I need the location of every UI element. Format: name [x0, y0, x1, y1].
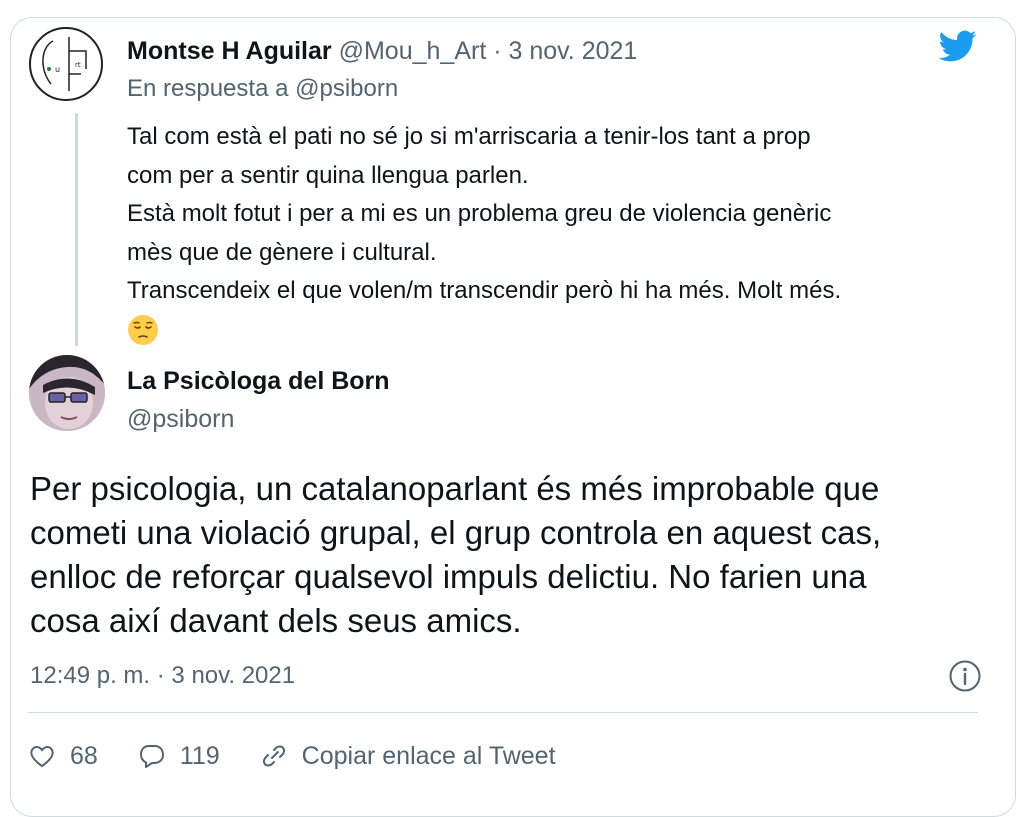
timestamp-separator: · — [156, 662, 165, 689]
reply-text-line: com per a sentir quina llengua parlen. — [127, 161, 529, 189]
reply-header: Montse H Aguilar @Mou_h_Art · 3 nov. 202… — [127, 35, 637, 67]
reply-author-name[interactable]: Montse H Aguilar — [127, 37, 332, 65]
tweet-timestamp[interactable]: 12:49 p. m. · 3 nov. 2021 — [30, 660, 295, 692]
reply-text-line: Transcendeix el que volen/m transcendir … — [127, 277, 842, 304]
reply-text-line: Està molt fotut i per a mi es un problem… — [127, 200, 832, 227]
reply-text-line: Tal com està el pati no sé jo si m'arris… — [127, 123, 811, 150]
reply-date[interactable]: 3 nov. 2021 — [509, 37, 638, 65]
reply-text-line: mès que de gènere i cultural. — [127, 238, 437, 266]
like-button[interactable]: 68 — [28, 742, 98, 771]
link-icon — [262, 745, 285, 767]
main-text-line: Per psicologia, un catalanoparlant és mé… — [30, 470, 880, 507]
divider — [28, 712, 978, 713]
svg-text:rt: rt — [75, 61, 81, 69]
reply-tweet-text: Tal com està el pati no sé jo si m'arris… — [127, 118, 977, 349]
tweet-actions-bar: 68 119 Copiar enlace al Tweet — [28, 736, 596, 776]
main-author-name[interactable]: La Psicòloga del Born — [127, 365, 390, 397]
twitter-bird-icon[interactable] — [935, 26, 979, 66]
main-author-avatar[interactable] — [29, 355, 105, 431]
reply-to-handle-link[interactable]: @psiborn — [295, 75, 398, 102]
main-tweet-text: Per psicologia, un catalanoparlant és mé… — [30, 467, 990, 643]
tweet-time: 12:49 p. m. — [30, 662, 151, 689]
main-text-line: enlloc de reforçar qualsevol impuls deli… — [30, 558, 867, 595]
reply-to-prefix: En respuesta a — [127, 75, 289, 102]
reply-separator: · — [493, 37, 502, 65]
reply-emoji-line — [127, 311, 977, 350]
main-author-handle[interactable]: @psiborn — [127, 403, 234, 435]
reply-author-avatar[interactable]: u rt — [29, 27, 103, 101]
thread-connector-line — [75, 113, 78, 346]
reply-author-handle[interactable]: @Mou_h_Art — [339, 37, 487, 65]
reply-bubble-icon — [139, 745, 164, 768]
svg-text:u: u — [55, 65, 60, 74]
in-reply-to-line: En respuesta a @psiborn — [127, 73, 398, 105]
main-text-line: cometi una violació grupal, el grup cont… — [30, 514, 882, 551]
tweet-date: 3 nov. 2021 — [171, 662, 296, 689]
reply-button[interactable]: 119 — [138, 742, 220, 771]
info-icon[interactable] — [948, 659, 982, 693]
copy-link-label: Copiar enlace al Tweet — [301, 741, 556, 770]
heart-icon — [30, 746, 54, 768]
copy-link-button[interactable]: Copiar enlace al Tweet — [260, 742, 556, 771]
main-text-line: cosa així davant dels seus amics. — [30, 602, 522, 639]
pensive-face-icon — [128, 315, 158, 346]
like-count: 68 — [70, 741, 98, 770]
reply-count: 119 — [179, 741, 220, 770]
